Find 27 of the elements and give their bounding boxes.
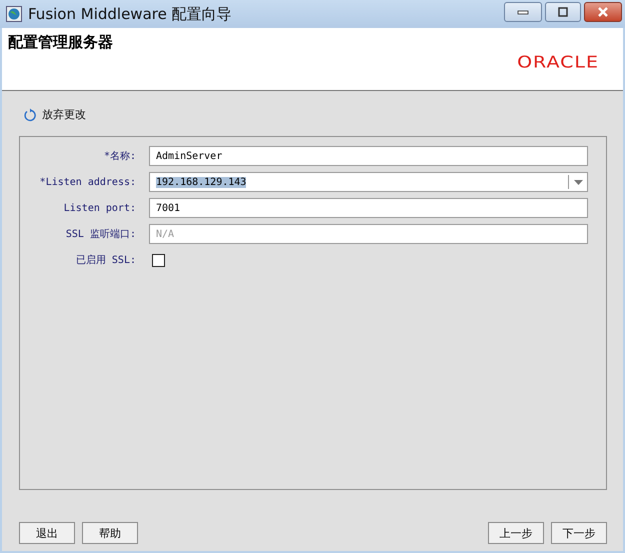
footer-button[interactable]: 下一步 [551, 522, 607, 544]
checkbox[interactable] [152, 254, 165, 266]
footer-button[interactable]: 退出 [19, 522, 75, 544]
footer-button[interactable]: 上一步 [488, 522, 544, 544]
input-field[interactable]: AdminServer [149, 146, 588, 166]
field-label: *名称: [102, 150, 137, 163]
globe-icon [6, 6, 22, 22]
field-value: 192.168.129.143 [156, 176, 246, 188]
close-button[interactable] [584, 2, 622, 22]
dropdown-arrow-icon [574, 180, 582, 184]
field-label: *Listen address: [38, 176, 137, 188]
page-title: 配置管理服务器 [8, 33, 113, 53]
window-title: Fusion Middleware 配置向导 [28, 4, 233, 24]
maximize-button[interactable] [545, 2, 581, 22]
combo-box[interactable]: 192.168.129.143 [149, 172, 588, 192]
input-field[interactable]: 7001 [149, 198, 588, 218]
minimize-icon [517, 9, 529, 15]
field-label: Listen port: [62, 202, 137, 214]
field-label: SSL 监听端口: [64, 228, 137, 241]
field-label: 已启用 SSL: [74, 254, 137, 267]
close-icon [597, 7, 609, 17]
refresh-icon [24, 108, 36, 122]
footer-button[interactable]: 帮助 [82, 522, 138, 544]
oracle-logo: ORACLE [517, 53, 599, 74]
maximize-icon [557, 7, 569, 17]
discard-changes-link[interactable]: 放弃更改 [24, 107, 86, 122]
minimize-button[interactable] [504, 2, 542, 22]
